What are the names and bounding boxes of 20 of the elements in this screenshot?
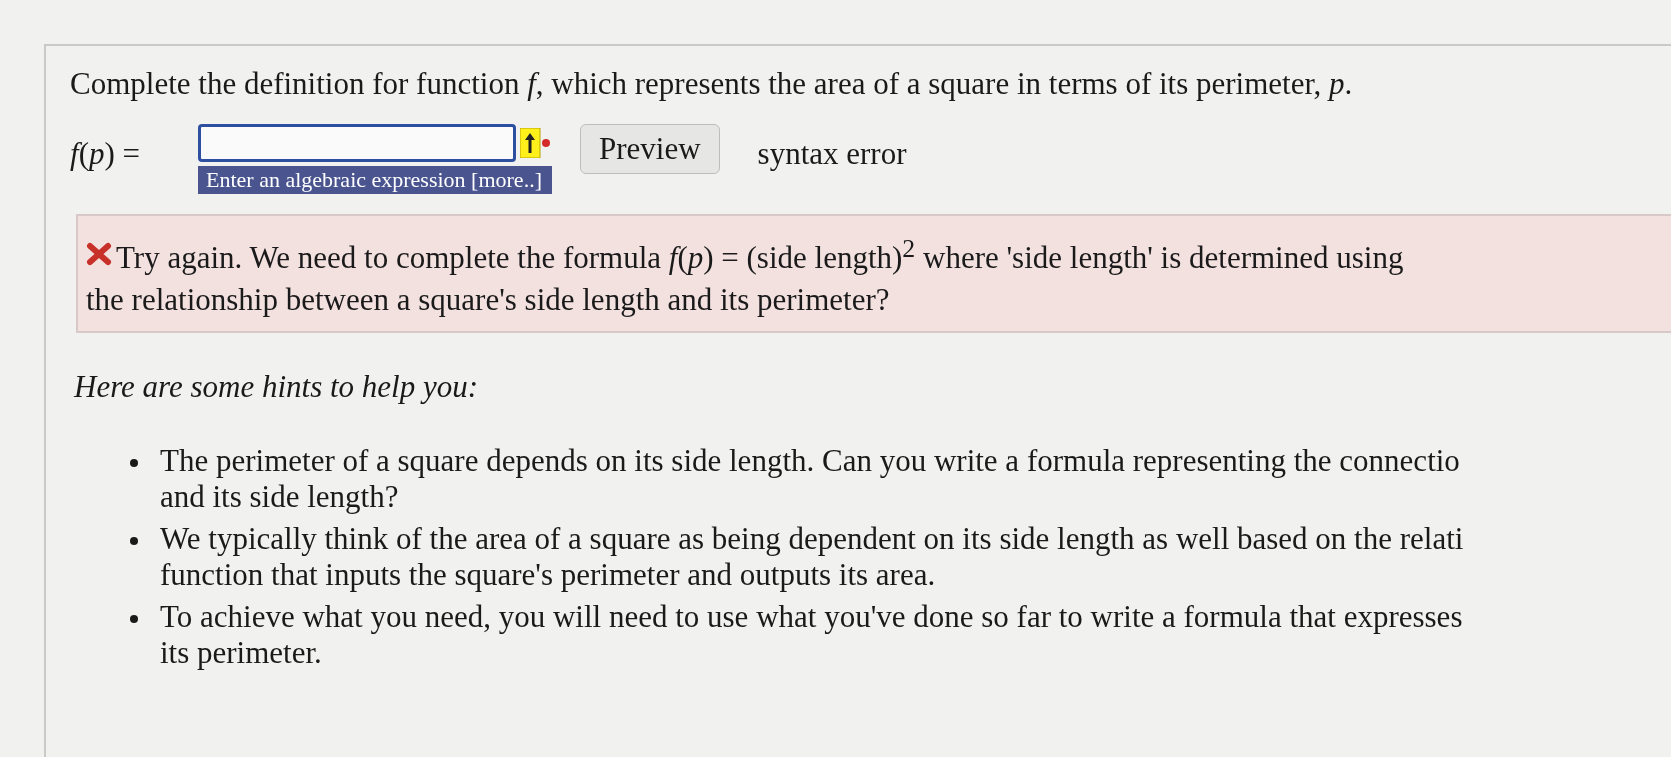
function-label: f(p) = (70, 136, 141, 172)
hint-text: and its side length? (160, 479, 400, 516)
bullet-icon (130, 537, 138, 546)
input-hint[interactable]: Enter an algebraic expression [more..] (198, 166, 552, 194)
hint-text: The perimeter of a square depends on its side length. Can you write a formula representing the connectio (160, 443, 1460, 480)
bullet-icon (130, 459, 138, 468)
hint-text: function that inputs the square's perimeter and outputs its area. (160, 557, 937, 594)
answer-field[interactable] (198, 124, 516, 162)
cross-icon (86, 241, 112, 266)
hint-text: We typically think of the area of a square as being dependent on its side length as well based on the relati (160, 521, 1464, 558)
status-text: syntax error (757, 136, 907, 172)
hint-text: its perimeter. (160, 635, 323, 672)
bullet-icon (130, 615, 138, 624)
question-text: Complete the definition for function f, which represents the area of a square in terms of its perimeter, p. (70, 66, 1354, 102)
arrow-icon[interactable] (520, 128, 552, 158)
hint-text: To achieve what you need, you will need to use what you've done so far to write a formula that expresses (160, 599, 1463, 636)
feedback-text: the relationship between a square's side length and its perimeter? (86, 281, 890, 320)
feedback-text: Try again. We need to complete the formula f(p) = (side length)$^{2}$ where 'side length' is determined using (116, 233, 1404, 278)
hints-heading: Here are some hints to help you: (74, 369, 480, 406)
preview-button[interactable]: Preview (580, 124, 720, 174)
